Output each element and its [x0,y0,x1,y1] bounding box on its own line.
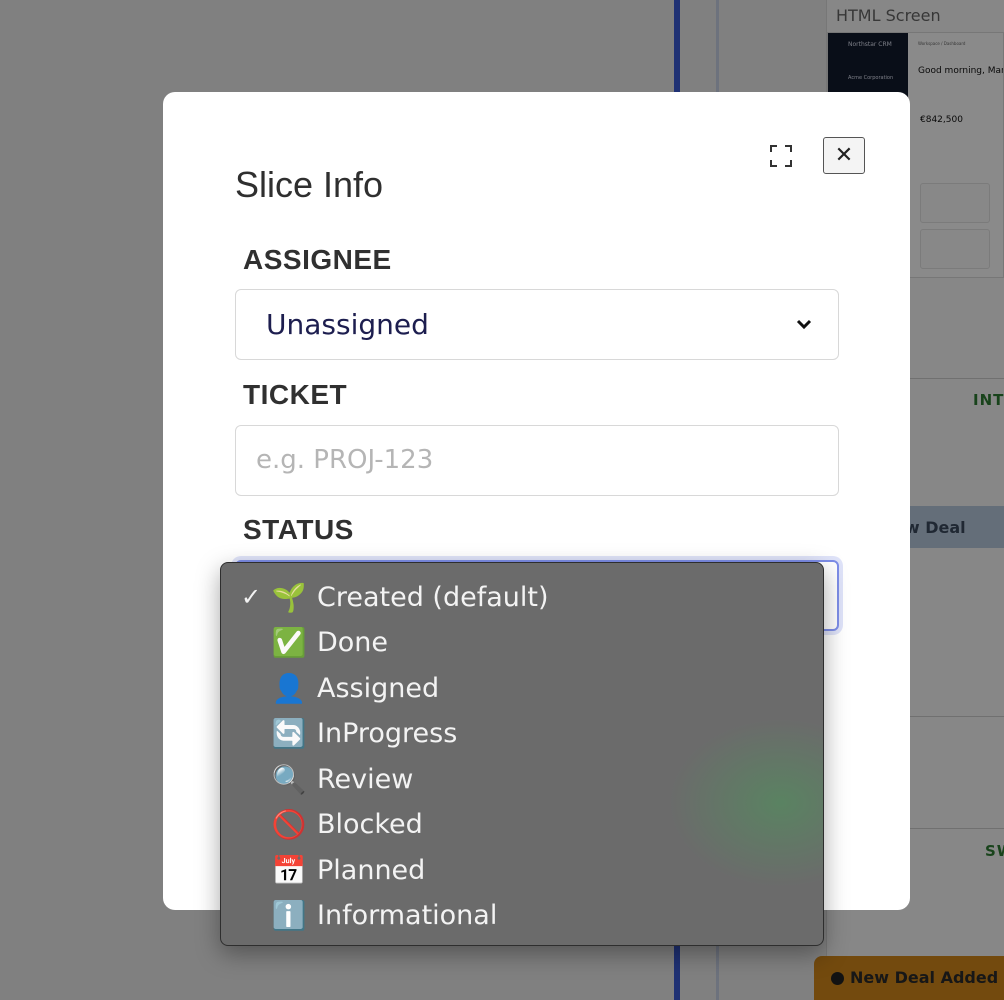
seedling-icon: 🌱 [271,580,307,614]
magnifier-icon: 🔍 [271,762,307,796]
info-icon: ℹ️ [271,898,307,932]
ticket-label: TICKET [243,379,348,410]
assignee-label: ASSIGNEE [243,244,392,275]
status-option-review[interactable]: 🔍 Review [221,757,823,801]
user-silhouette-icon: 👤 [271,671,307,705]
status-label: STATUS [243,514,354,545]
calendar-icon: 📅 [271,853,307,887]
status-option-label: Informational [317,899,498,931]
status-option-label: Created (default) [317,581,549,613]
modal-title: Slice Info [235,164,384,205]
status-option-planned[interactable]: 📅 Planned [221,848,823,892]
status-option-done[interactable]: ✅ Done [221,620,823,664]
refresh-icon: 🔄 [271,716,307,750]
status-option-label: Planned [317,854,426,886]
status-option-informational[interactable]: ℹ️ Informational [221,893,823,937]
close-button[interactable]: ✕ [823,137,865,174]
expand-icon [770,145,792,167]
chevron-down-icon [796,319,812,330]
no-entry-icon: 🚫 [271,807,307,841]
status-option-label: Blocked [317,808,423,840]
check-box-icon: ✅ [271,625,307,659]
status-dropdown-menu: ✓ 🌱 Created (default) ✅ Done 👤 Assigned … [220,562,824,946]
assignee-select[interactable]: Unassigned [235,289,839,360]
assignee-value: Unassigned [266,308,429,341]
status-option-inprogress[interactable]: 🔄 InProgress [221,711,823,755]
status-option-created[interactable]: ✓ 🌱 Created (default) [221,575,823,619]
status-option-label: Review [317,763,414,795]
status-option-label: InProgress [317,717,458,749]
expand-button[interactable] [767,142,795,170]
status-option-assigned[interactable]: 👤 Assigned [221,666,823,710]
status-option-label: Done [317,626,389,658]
status-option-label: Assigned [317,672,440,704]
status-option-blocked[interactable]: 🚫 Blocked [221,802,823,846]
close-icon: ✕ [834,143,854,168]
ticket-input[interactable]: e.g. PROJ-123 [235,425,839,496]
checkmark-icon: ✓ [240,583,262,611]
